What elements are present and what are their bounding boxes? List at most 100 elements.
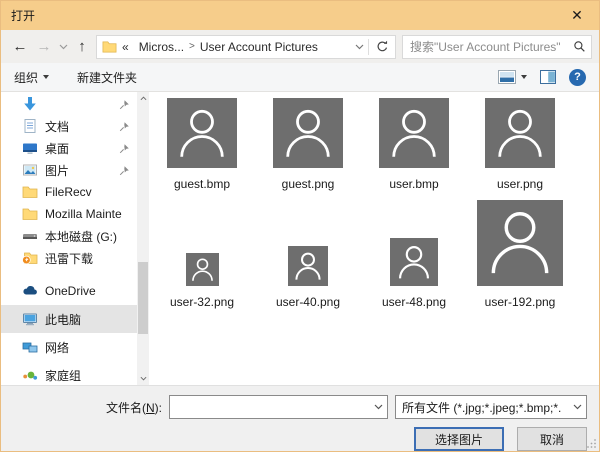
breadcrumb-overflow[interactable]: « [117,40,134,54]
button-row: 选择图片 取消 [1,427,587,451]
forward-icon: → [37,38,52,55]
filetype-dropdown-button[interactable] [568,404,586,410]
thumbnail-slot [390,200,438,286]
pin-icon [119,165,130,176]
scrollbar-thumb[interactable] [138,262,148,334]
file-item-user-32-png[interactable]: user-32.png [149,200,255,309]
file-name: user-192.png [485,295,556,309]
filetype-value: 所有文件 (*.jpg;*.jpeg;*.bmp;*. [402,399,568,416]
cancel-label: 取消 [540,431,564,448]
address-dropdown-button[interactable] [350,36,368,58]
sidebar-list: 文档 桌面 图片 [1,92,137,385]
breadcrumb-parent[interactable]: Micros... [134,40,189,54]
filename-input[interactable] [170,396,369,418]
close-icon: ✕ [571,7,583,24]
up-button[interactable]: ↑ [70,35,94,59]
chevron-up-icon [140,96,147,101]
sidebar-item-this-pc[interactable]: 此电脑 [1,305,137,333]
user-avatar-thumbnail [379,98,449,168]
file-item-user-bmp[interactable]: user.bmp [361,98,467,191]
refresh-button[interactable] [369,36,395,58]
preview-pane-button[interactable] [540,70,556,84]
scrollbar-up-arrow[interactable] [137,92,149,105]
user-avatar-thumbnail [390,238,438,286]
select-picture-button[interactable]: 选择图片 [414,427,504,451]
back-button[interactable]: ← [8,35,32,59]
sidebar-item-label: 此电脑 [45,311,81,328]
search-box[interactable]: 搜索"User Account Pictures" [402,35,592,59]
new-folder-label: 新建文件夹 [77,69,137,86]
thumbnail-slot [477,200,563,286]
user-avatar-thumbnail [273,98,343,168]
sidebar-item-onedrive[interactable]: OneDrive [1,277,137,305]
disk-drive-icon [22,228,38,244]
sidebar-item-network[interactable]: 网络 [1,333,137,361]
chevron-down-icon [355,44,364,50]
file-item-user-48-png[interactable]: user-48.png [361,200,467,309]
recent-locations-button[interactable] [56,35,70,59]
chevron-down-icon [59,44,68,50]
title-bar: 打开 ✕ [1,1,599,30]
thumbnail-slot [288,200,328,286]
this-pc-icon [22,311,38,327]
file-item-user-png[interactable]: user.png [467,98,573,191]
sidebar-item-label: 迅雷下载 [45,250,93,267]
sidebar-item-filerecv[interactable]: FileRecv [1,181,137,203]
file-row-1: guest.bmp guest.png user.bmp user.png [149,98,599,191]
dialog-footer: 文件名(N): 所有文件 (*.jpg;*.jpeg;*.bmp;*. 选择图片… [1,385,599,451]
pin-icon [119,143,130,154]
downloads-icon [22,96,38,112]
change-view-button[interactable] [498,70,527,84]
close-button[interactable]: ✕ [555,1,599,30]
toolbar-right-group: ? [498,69,586,86]
search-placeholder: 搜索"User Account Pictures" [410,38,573,55]
search-icon [573,40,586,53]
file-item-user-40-png[interactable]: user-40.png [255,200,361,309]
filename-dropdown-button[interactable] [369,404,387,410]
forward-button[interactable]: → [32,35,56,59]
chevron-down-icon [521,75,527,79]
documents-icon [22,118,38,134]
breadcrumb-current[interactable]: User Account Pictures [195,40,323,54]
filename-combobox [169,395,388,419]
help-button[interactable]: ? [569,69,586,86]
cancel-button[interactable]: 取消 [517,427,587,451]
sidebar-item-mozilla[interactable]: Mozilla Mainte [1,203,137,225]
command-toolbar: 组织 新建文件夹 ? [1,63,599,92]
sidebar-scrollbar[interactable] [137,92,149,385]
up-icon: ↑ [78,38,86,55]
sidebar-item-local-disk-g[interactable]: 本地磁盘 (G:) [1,225,137,247]
new-folder-button[interactable]: 新建文件夹 [77,69,137,86]
folder-icon [22,206,38,222]
file-list: guest.bmp guest.png user.bmp user.png [149,92,599,385]
sidebar-item-label: 家庭组 [45,367,81,384]
dialog-content: 文档 桌面 图片 [1,92,599,385]
sidebar-item-downloads[interactable] [1,93,137,115]
sidebar-item-desktop[interactable]: 桌面 [1,137,137,159]
resize-grip[interactable] [586,438,597,449]
sidebar-item-documents[interactable]: 文档 [1,115,137,137]
user-avatar-thumbnail [288,246,328,286]
sidebar-item-pictures[interactable]: 图片 [1,159,137,181]
filetype-combobox[interactable]: 所有文件 (*.jpg;*.jpeg;*.bmp;*. [395,395,587,419]
sidebar-item-homegroup[interactable]: 家庭组 [1,361,137,385]
file-item-guest-bmp[interactable]: guest.bmp [149,98,255,191]
address-bar[interactable]: « Micros... > User Account Pictures [96,35,396,59]
filename-label-prefix: 文件名( [106,401,146,415]
organize-button[interactable]: 组织 [14,69,49,86]
chevron-down-icon [140,376,147,381]
select-picture-label: 选择图片 [435,431,483,448]
back-icon: ← [13,38,28,55]
scrollbar-down-arrow[interactable] [137,372,149,385]
sidebar-item-thunder-download[interactable]: 迅雷下载 [1,247,137,269]
sidebar-item-label: Mozilla Mainte [45,207,122,221]
thumbnail-slot [186,200,219,286]
file-name: user-40.png [276,295,340,309]
chevron-down-icon [573,404,582,410]
chevron-down-icon [374,404,383,410]
file-item-guest-png[interactable]: guest.png [255,98,361,191]
file-row-2: user-32.png user-40.png user-48.png [149,200,599,309]
sidebar-item-label: FileRecv [45,185,92,199]
network-icon [22,339,38,355]
file-item-user-192-png[interactable]: user-192.png [467,200,573,309]
